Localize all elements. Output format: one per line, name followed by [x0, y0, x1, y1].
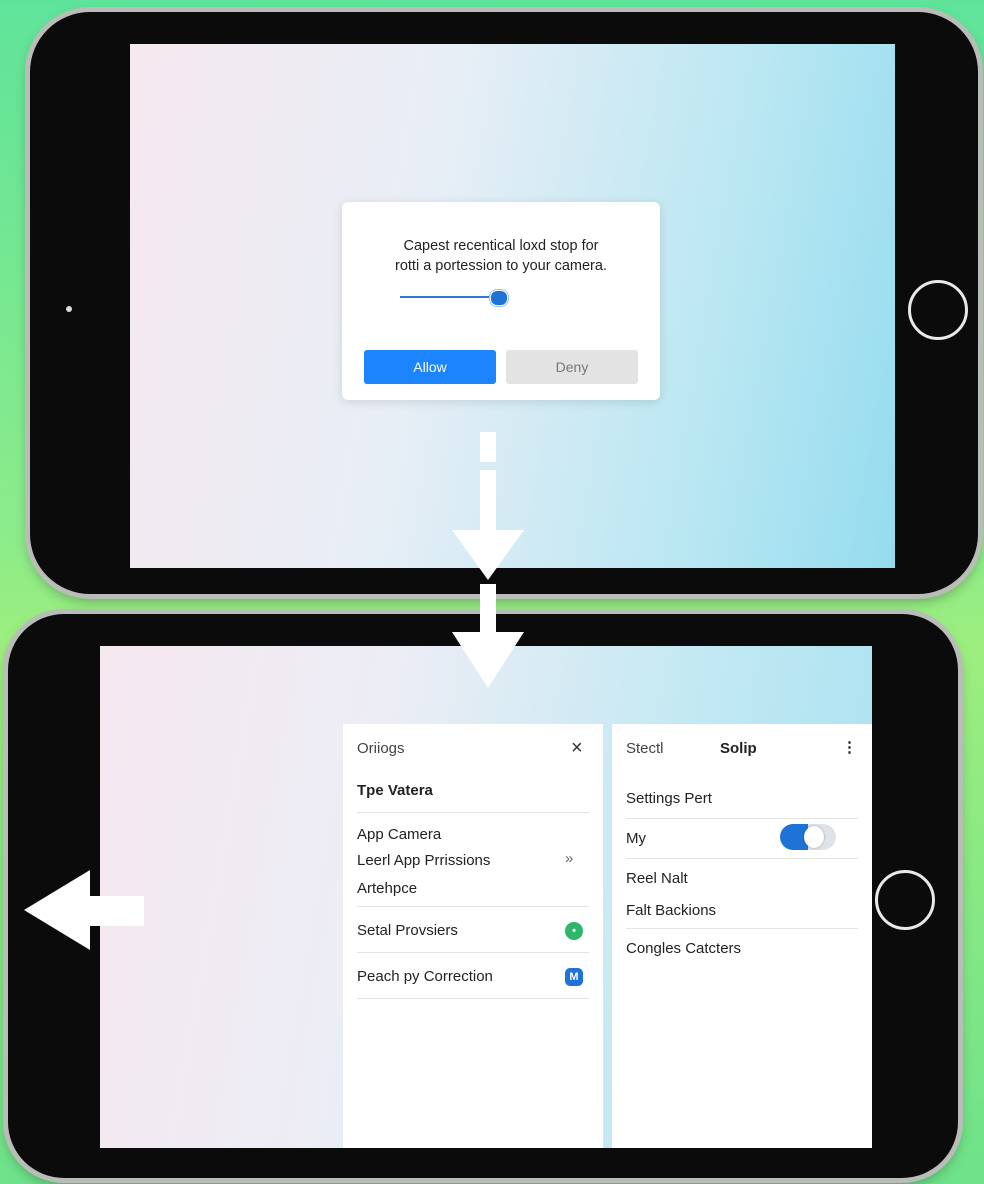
dialog-message-line-1: Capest recentical loxd stop for	[403, 238, 599, 254]
tablet-screen-bottom: Oriiogs × Tpe Vatera App Camera Leerl Ap…	[100, 646, 872, 1148]
tablet-bottom: Oriiogs × Tpe Vatera App Camera Leerl Ap…	[8, 614, 958, 1178]
side-panel-header: Stectl Solip ⋮	[612, 724, 872, 772]
divider	[626, 928, 858, 929]
permission-slider-knob[interactable]	[490, 290, 508, 306]
toggle-knob	[804, 826, 824, 848]
side-item-catcters[interactable]: Congles Catcters	[626, 940, 741, 957]
side-panel-title: Solip	[720, 740, 757, 757]
side-panel-tab-stectl[interactable]: Stectl	[626, 740, 664, 757]
settings-item-correction[interactable]: Peach py Correction	[357, 968, 493, 985]
divider	[626, 818, 858, 819]
settings-panel: Oriiogs × Tpe Vatera App Camera Leerl Ap…	[343, 724, 604, 1148]
deny-button[interactable]: Deny	[506, 350, 638, 384]
down-arrow-icon	[452, 432, 524, 580]
settings-item-providers[interactable]: Setal Provsiers	[357, 922, 458, 939]
settings-item-artehpce[interactable]: Artehpce	[357, 880, 417, 897]
dialog-message: Capest recentical loxd stop for rotti a …	[352, 236, 650, 276]
my-toggle[interactable]	[780, 824, 836, 850]
divider	[357, 812, 589, 813]
chevron-right-icon[interactable]: »	[565, 850, 573, 867]
side-item-my: My	[626, 830, 646, 847]
settings-panel-title: Oriiogs	[357, 740, 405, 757]
divider	[357, 952, 589, 953]
status-badge-green-icon: •	[565, 922, 583, 940]
permission-slider-track[interactable]	[400, 296, 500, 298]
close-icon[interactable]: ×	[571, 738, 583, 758]
divider	[357, 906, 589, 907]
settings-section-title: Tpe Vatera	[357, 782, 433, 799]
settings-item-app-camera[interactable]: App Camera	[357, 826, 441, 843]
dialog-message-line-2: rotti a portession to your camera.	[395, 258, 607, 274]
down-arrow-icon	[452, 584, 524, 688]
side-panel: Stectl Solip ⋮ Settings Pert My Reel Nal…	[612, 724, 872, 1148]
home-button-bottom[interactable]	[875, 870, 935, 930]
side-item-reel-nalt[interactable]: Reel Nalt	[626, 870, 688, 887]
left-arrow-icon	[24, 870, 144, 950]
more-vertical-icon[interactable]: ⋮	[842, 738, 857, 756]
side-item-settings-pert[interactable]: Settings Pert	[626, 790, 712, 807]
front-camera-dot	[66, 306, 72, 312]
divider	[626, 858, 858, 859]
settings-panel-header: Oriiogs ×	[343, 724, 603, 772]
home-button-top[interactable]	[908, 280, 968, 340]
settings-item-app-permissions[interactable]: Leerl App Prrissions	[357, 852, 490, 869]
status-badge-blue-icon: M	[565, 968, 583, 986]
allow-button[interactable]: Allow	[364, 350, 496, 384]
divider	[357, 998, 589, 999]
camera-permission-dialog: Capest recentical loxd stop for rotti a …	[342, 202, 660, 400]
side-item-backions[interactable]: Falt Backions	[626, 902, 716, 919]
